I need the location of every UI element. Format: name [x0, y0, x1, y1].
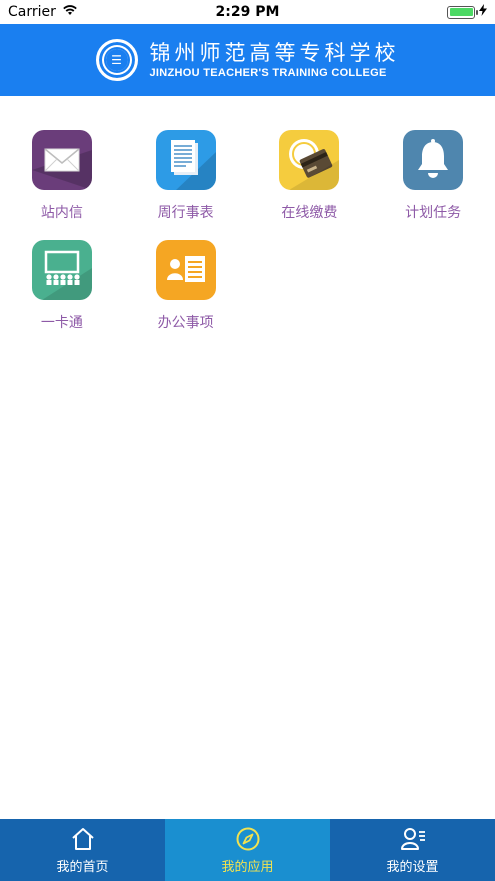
- tab-apps[interactable]: 我的应用: [165, 819, 330, 881]
- tab-home-label: 我的首页: [56, 859, 109, 875]
- payment-icon: [279, 130, 340, 190]
- tab-settings[interactable]: 我的设置: [330, 819, 495, 881]
- wifi-icon: [62, 4, 78, 20]
- app-label-tasks: 计划任务: [405, 205, 462, 221]
- app-label-office: 办公事项: [157, 315, 214, 331]
- charging-icon: [479, 4, 487, 20]
- app-item-schedule[interactable]: 周行事表: [124, 130, 248, 240]
- classroom-icon: [31, 240, 92, 300]
- app-item-tasks[interactable]: 计划任务: [371, 130, 495, 240]
- seal-emblem-icon: ☰: [105, 49, 128, 71]
- bottom-tab-bar: 我的首页 我的应用 我的设置: [0, 819, 495, 881]
- status-left: Carrier: [8, 4, 78, 20]
- mail-icon: [31, 130, 92, 190]
- app-item-card[interactable]: 一卡通: [0, 240, 124, 350]
- app-item-mail[interactable]: 站内信: [0, 130, 124, 240]
- battery-fill: [449, 8, 473, 16]
- header-title-cn: 锦州师范高等专科学校: [149, 41, 400, 65]
- college-seal-logo: ☰: [95, 39, 138, 81]
- tab-settings-label: 我的设置: [386, 859, 439, 875]
- header-title-block: 锦州师范高等专科学校 JINZHOU TEACHER'S TRAINING CO…: [150, 40, 400, 80]
- app-label-schedule: 周行事表: [157, 205, 214, 221]
- home-icon: [70, 826, 96, 852]
- status-bar: Carrier 2:29 PM: [0, 0, 495, 24]
- app-label-card: 一卡通: [40, 315, 83, 331]
- app-label-payment: 在线缴费: [281, 205, 338, 221]
- app-header: ☰ 锦州师范高等专科学校 JINZHOU TEACHER'S TRAINING …: [0, 24, 495, 96]
- app-label-mail: 站内信: [40, 205, 83, 221]
- document-icon: [155, 130, 216, 190]
- app-item-payment[interactable]: 在线缴费: [248, 130, 372, 240]
- battery-icon: [447, 5, 478, 19]
- bell-icon: [403, 130, 464, 190]
- app-item-office[interactable]: 办公事项: [124, 240, 248, 350]
- tab-apps-label: 我的应用: [221, 859, 274, 875]
- status-right: [447, 4, 487, 20]
- contact-card-icon: [155, 240, 216, 300]
- user-settings-icon: [400, 826, 426, 852]
- tab-home[interactable]: 我的首页: [0, 819, 165, 881]
- compass-icon: [235, 826, 261, 852]
- carrier-label: Carrier: [8, 4, 56, 20]
- header-title-en: JINZHOU TEACHER'S TRAINING COLLEGE: [149, 67, 387, 79]
- app-grid: 站内信 周行事表 在线缴费 计划任务 一卡通 办公事项: [0, 130, 495, 350]
